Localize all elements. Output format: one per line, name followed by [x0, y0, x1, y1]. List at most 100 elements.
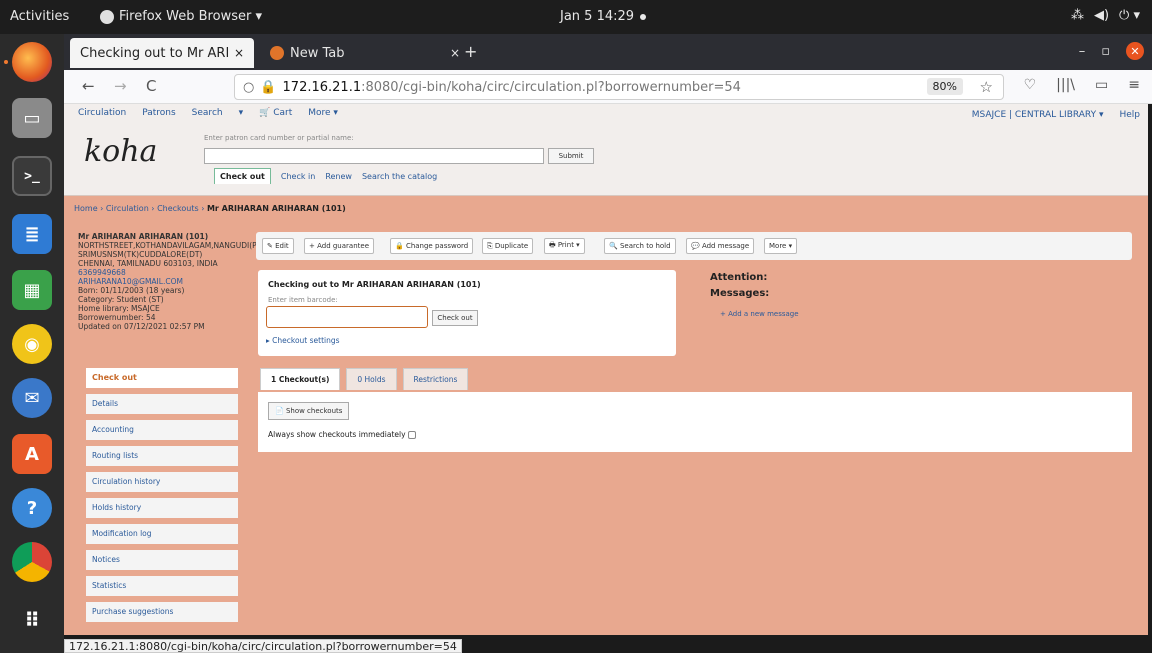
close-window-icon[interactable]: ✕: [1126, 42, 1144, 60]
nav-statistics[interactable]: Statistics: [86, 576, 238, 596]
toolbar-icons: ♡ |||\ ▭ ≡: [1024, 77, 1140, 93]
system-tray[interactable]: ⁂ ◀) ⏻ ▾: [1071, 8, 1140, 23]
show-checkouts-button[interactable]: 📄 Show checkouts: [268, 402, 350, 420]
koha-logo-text: koha: [84, 134, 158, 169]
duplicate-button[interactable]: ⎘ Duplicate: [482, 238, 534, 254]
tab-renew[interactable]: Renew: [325, 172, 352, 181]
tab-restrictions[interactable]: Restrictions: [402, 368, 469, 390]
browser-nav-bar: ← → C ○ 🔒 172.16.21.1:8080/cgi-bin/koha/…: [64, 70, 1152, 104]
menu-search[interactable]: Search: [192, 108, 223, 118]
always-show-checkbox[interactable]: [407, 431, 416, 439]
library-selector[interactable]: MSAJCE | CENTRAL LIBRARY ▾: [972, 110, 1104, 120]
library-icon[interactable]: |||\: [1056, 77, 1075, 93]
tab-search-catalog[interactable]: Search the catalog: [362, 172, 437, 181]
always-show-label: Always show checkouts immediately: [268, 430, 406, 439]
writer-dock-icon[interactable]: ≣: [12, 214, 52, 254]
menu-icon[interactable]: ≡: [1128, 77, 1140, 93]
menu-cart[interactable]: 🛒 Cart: [259, 108, 292, 118]
nav-holds-history[interactable]: Holds history: [86, 498, 238, 518]
tab-title: Checking out to Mr ARIHAR/: [80, 45, 228, 61]
attention-heading: Attention:: [710, 272, 768, 283]
files-dock-icon[interactable]: ▭: [12, 98, 52, 138]
zoom-level[interactable]: 80%: [926, 78, 963, 95]
patron-library: Home library: MSAJCE: [78, 304, 160, 313]
tab-title: New Tab: [290, 45, 345, 61]
app-menu[interactable]: Firefox Web Browser ▾: [100, 9, 262, 24]
tab-checkouts[interactable]: 1 Checkout(s): [260, 368, 341, 390]
nav-check-out[interactable]: Check out: [86, 368, 238, 388]
tab-checkout[interactable]: Checking out to Mr ARIHAR/ ×: [70, 38, 254, 68]
patron-left-nav: Check out Details Accounting Routing lis…: [86, 368, 238, 628]
minimize-icon[interactable]: –: [1079, 44, 1086, 59]
sidebar-icon[interactable]: ▭: [1095, 77, 1108, 93]
nav-details[interactable]: Details: [86, 394, 238, 414]
bookmark-star-icon[interactable]: ☆: [980, 78, 993, 96]
tab-check-in[interactable]: Check in: [281, 172, 315, 181]
add-message-button[interactable]: 💬 Add message: [686, 238, 755, 254]
running-indicator: [4, 60, 8, 64]
patron-phone[interactable]: 6369949668: [78, 268, 248, 277]
submit-button[interactable]: Submit: [548, 148, 594, 164]
rhythmbox-dock-icon[interactable]: ◉: [12, 324, 52, 364]
check-out-button[interactable]: Check out: [432, 310, 478, 326]
firefox-dock-icon[interactable]: [12, 42, 52, 82]
calc-dock-icon[interactable]: ▦: [12, 270, 52, 310]
chrome-dock-icon[interactable]: [12, 542, 52, 582]
nav-notices[interactable]: Notices: [86, 550, 238, 570]
patron-born: Born: 01/11/2003 (18 years): [78, 286, 185, 295]
menu-patrons[interactable]: Patrons: [142, 108, 175, 118]
patron-toolbar: ✎ Edit + Add guarantee 🔒 Change password…: [256, 232, 1132, 260]
dock: ▭ >_ ≣ ▦ ◉ ✉ A ? ⠿: [0, 34, 64, 653]
print-button[interactable]: 🖶 Print ▾: [544, 238, 585, 254]
maximize-icon[interactable]: ▫: [1101, 44, 1110, 59]
new-tab-icon[interactable]: +: [464, 42, 477, 61]
breadcrumb-circulation[interactable]: Circulation: [106, 204, 149, 213]
patron-search-input[interactable]: [204, 148, 544, 164]
nav-circulation-history[interactable]: Circulation history: [86, 472, 238, 492]
barcode-label: Enter item barcode:: [268, 296, 338, 304]
nav-modification-log[interactable]: Modification log: [86, 524, 238, 544]
help-link[interactable]: Help: [1119, 110, 1140, 120]
tab-holds[interactable]: 0 Holds: [346, 368, 397, 390]
menu-more[interactable]: More ▾: [308, 108, 338, 118]
barcode-input[interactable]: [266, 306, 428, 328]
checkouts-panel: 📄 Show checkouts Always show checkouts i…: [258, 392, 1132, 452]
more-button[interactable]: More ▾: [764, 238, 798, 254]
nav-purchase-suggestions[interactable]: Purchase suggestions: [86, 602, 238, 622]
nav-routing-lists[interactable]: Routing lists: [86, 446, 238, 466]
add-new-message-link[interactable]: + Add a new message: [720, 310, 799, 318]
add-guarantee-button[interactable]: + Add guarantee: [304, 238, 374, 254]
checkout-settings-link[interactable]: ▸ Checkout settings: [266, 336, 340, 345]
menu-circulation[interactable]: Circulation: [78, 108, 126, 118]
activities-button[interactable]: Activities: [10, 9, 69, 24]
url-bar[interactable]: ○ 🔒 172.16.21.1:8080/cgi-bin/koha/circ/c…: [234, 74, 1004, 100]
pocket-icon[interactable]: ♡: [1024, 77, 1037, 93]
tab-new-tab[interactable]: New Tab ×: [260, 38, 470, 68]
menu-search-dropdown[interactable]: ▾: [239, 108, 244, 118]
patron-address: NORTHSTREET,KOTHANDAVILAGAM,NANGUDI(PO),: [78, 241, 268, 250]
reload-icon[interactable]: C: [146, 77, 156, 95]
software-store-dock-icon[interactable]: A: [12, 434, 52, 474]
browser-tab-bar: Checking out to Mr ARIHAR/ × New Tab × +…: [64, 34, 1152, 70]
show-apps-icon[interactable]: ⠿: [12, 600, 52, 640]
back-icon[interactable]: ←: [82, 77, 95, 95]
breadcrumb-current: Mr ARIHARAN ARIHARAN (101): [206, 204, 346, 213]
edit-button[interactable]: ✎ Edit: [262, 238, 294, 254]
close-tab-icon[interactable]: ×: [234, 46, 244, 60]
breadcrumb-checkouts[interactable]: Checkouts: [157, 204, 199, 213]
network-icon: ⁂: [1070, 8, 1084, 23]
close-tab-icon[interactable]: ×: [450, 46, 460, 60]
forward-icon[interactable]: →: [114, 77, 127, 95]
thunderbird-dock-icon[interactable]: ✉: [12, 378, 52, 418]
patron-email[interactable]: ARIHARANA10@GMAIL.COM: [78, 277, 248, 286]
help-dock-icon[interactable]: ?: [12, 488, 52, 528]
clock[interactable]: Jan 5 14:29: [560, 9, 647, 24]
tab-check-out[interactable]: Check out: [214, 168, 271, 184]
firefox-tab-icon: [270, 46, 284, 60]
nav-accounting[interactable]: Accounting: [86, 420, 238, 440]
breadcrumb-home[interactable]: Home: [74, 204, 98, 213]
change-password-button[interactable]: 🔒 Change password: [390, 238, 474, 254]
terminal-dock-icon[interactable]: >_: [12, 156, 52, 196]
koha-logo[interactable]: koha: [84, 134, 157, 169]
search-to-hold-button[interactable]: 🔍 Search to hold: [604, 238, 676, 254]
